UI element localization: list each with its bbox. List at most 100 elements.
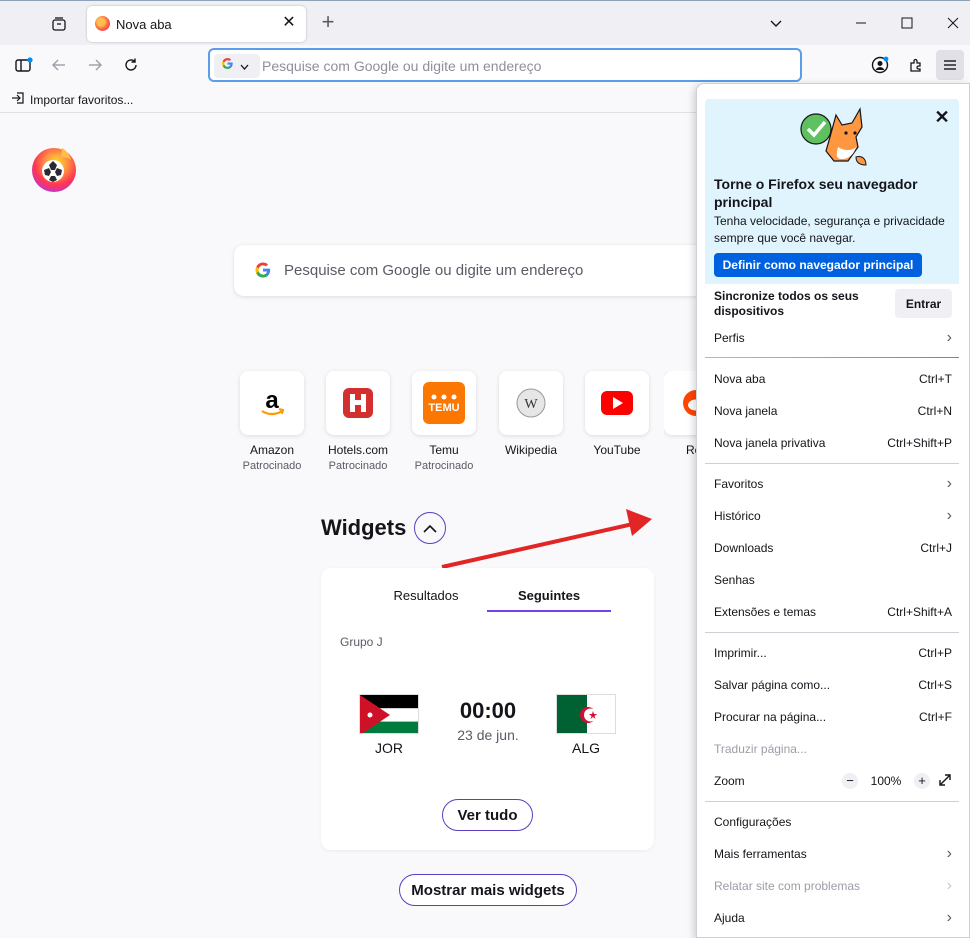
away-team: ALG [571, 740, 600, 756]
menu-item-save-page[interactable]: Salvar página como... Ctrl+S [705, 669, 959, 701]
newtab-search-box[interactable]: Pesquise com Google ou digite um endereç… [234, 245, 714, 296]
back-icon[interactable] [47, 53, 71, 77]
list-all-tabs-chevron-icon[interactable] [766, 13, 786, 33]
menu-item-label: Extensões e temas [714, 605, 817, 619]
separator [705, 801, 959, 802]
show-more-widgets-button[interactable]: Mostrar mais widgets [399, 874, 577, 906]
menu-item-passwords[interactable]: Senhas [705, 564, 959, 596]
separator [705, 632, 959, 633]
svg-text:W: W [524, 397, 538, 412]
close-tab-icon[interactable]: ✕ [280, 14, 298, 32]
tab-results[interactable]: Resultados [381, 588, 471, 612]
menu-item-label: Traduzir página... [714, 742, 807, 756]
new-tab-button[interactable]: + [316, 11, 340, 35]
sync-description: Sincronize todos os seus dispositivos [714, 289, 859, 318]
menu-item-new-window[interactable]: Nova janela Ctrl+N [705, 395, 959, 427]
import-icon [11, 91, 25, 108]
newtab-search-placeholder: Pesquise com Google ou digite um endereç… [284, 262, 584, 279]
shortcut-label: Wikipedia [504, 443, 558, 457]
menu-item-profiles[interactable]: Perfis › [705, 322, 959, 354]
menu-item-translate: Traduzir página... [705, 733, 959, 765]
shortcut-text: Ctrl+F [919, 710, 952, 724]
menu-item-find[interactable]: Procurar na página... Ctrl+F [705, 701, 959, 733]
shortcut-text: Ctrl+T [919, 372, 952, 386]
menu-item-label: Procurar na página... [714, 710, 827, 724]
tab-new-tab[interactable]: Nova aba ✕ [87, 6, 306, 42]
sponsored-label: Patrocinado [414, 460, 474, 472]
shortcut-text: Ctrl+Shift+P [887, 436, 952, 450]
zoom-in-button[interactable]: + [914, 773, 930, 789]
menu-item-history[interactable]: Histórico › [705, 500, 959, 532]
chevron-right-icon: › [946, 507, 952, 524]
address-bar[interactable] [208, 48, 802, 82]
shortcut-label: Hotels.com [327, 443, 389, 457]
shortcut-text: Ctrl+N [917, 404, 952, 418]
app-menu-button[interactable] [936, 50, 964, 80]
menu-item-label: Imprimir... [714, 646, 767, 660]
shortcut-hotels[interactable]: Hotels.com Patrocinado [319, 371, 397, 472]
menu-item-more-tools[interactable]: Mais ferramentas › [705, 838, 959, 870]
menu-item-label: Senhas [714, 573, 755, 587]
menu-item-label: Nova janela privativa [714, 436, 826, 450]
maximize-icon[interactable] [897, 13, 917, 33]
shortcut-label: Temu [429, 443, 459, 457]
shortcut-wikipedia[interactable]: W Wikipedia [492, 371, 570, 457]
extensions-icon[interactable] [904, 53, 928, 77]
menu-item-print[interactable]: Imprimir... Ctrl+P [705, 637, 959, 669]
shortcut-label: Re [686, 443, 696, 457]
minimize-icon[interactable] [851, 13, 871, 33]
google-icon [221, 57, 234, 75]
navigation-toolbar [0, 45, 970, 85]
sidebar-toggle-icon[interactable] [12, 53, 36, 77]
forward-icon[interactable] [83, 53, 107, 77]
firefox-favicon-icon [95, 16, 110, 31]
see-all-button[interactable]: Ver tudo [442, 799, 533, 831]
close-icon[interactable]: ✕ [933, 108, 951, 126]
temu-icon: TEMU [412, 371, 476, 435]
menu-item-settings[interactable]: Configurações [705, 806, 959, 838]
menu-item-new-tab[interactable]: Nova aba Ctrl+T [705, 363, 959, 395]
menu-item-label: Downloads [714, 541, 774, 555]
shortcut-temu[interactable]: TEMU Temu Patrocinado [405, 371, 483, 472]
separator [705, 463, 959, 464]
firefox-logo [28, 142, 80, 194]
red-annotation-arrow [441, 509, 652, 569]
shortcut-amazon[interactable]: a Amazon Patrocinado [233, 371, 311, 472]
shortcut-reddit[interactable]: Re [664, 371, 696, 457]
tab-title: Nova aba [116, 17, 172, 32]
algeria-flag-icon [556, 694, 616, 734]
sign-in-button[interactable]: Entrar [895, 289, 952, 318]
menu-item-label: Relatar site com problemas [714, 879, 861, 893]
import-bookmarks-button[interactable]: Importar favoritos... [11, 91, 133, 108]
chevron-right-icon: › [946, 329, 952, 346]
menu-item-private-window[interactable]: Nova janela privativa Ctrl+Shift+P [705, 427, 959, 459]
zoom-out-button[interactable]: − [842, 773, 858, 789]
shortcut-text: Ctrl+Shift+A [887, 605, 952, 619]
menu-item-label: Favoritos [714, 477, 764, 491]
search-engine-selector[interactable] [214, 54, 260, 78]
menu-item-downloads[interactable]: Downloads Ctrl+J [705, 532, 959, 564]
chevron-right-icon: › [946, 877, 952, 894]
menu-item-label: Configurações [714, 815, 792, 829]
sponsored-label: Patrocinado [242, 460, 302, 472]
menu-item-addons[interactable]: Extensões e temas Ctrl+Shift+A [705, 596, 959, 628]
menu-item-label: Nova janela [714, 404, 778, 418]
url-input[interactable] [262, 56, 782, 76]
menu-item-report-site: Relatar site com problemas › [705, 870, 959, 902]
menu-item-bookmarks[interactable]: Favoritos › [705, 468, 959, 500]
sports-widget: Resultados Seguintes Grupo J JOR 00:00 2… [321, 568, 654, 850]
group-label: Grupo J [340, 635, 383, 649]
close-window-icon[interactable] [943, 13, 963, 33]
shortcut-youtube[interactable]: YouTube [578, 371, 656, 457]
account-icon[interactable] [868, 53, 892, 77]
menu-item-help[interactable]: Ajuda › [705, 902, 959, 934]
fullscreen-icon[interactable] [938, 773, 952, 790]
tab-manager-icon[interactable] [46, 11, 72, 37]
chevron-right-icon: › [946, 909, 952, 926]
svg-text:a: a [265, 387, 279, 414]
zoom-level[interactable]: 100% [866, 774, 906, 788]
default-browser-promo: ✕ Torne o Firefox seu navegador principa… [705, 99, 959, 284]
reload-icon[interactable] [119, 53, 143, 77]
set-default-browser-button[interactable]: Definir como navegador principal [714, 253, 922, 277]
tab-upcoming[interactable]: Seguintes [487, 588, 611, 612]
